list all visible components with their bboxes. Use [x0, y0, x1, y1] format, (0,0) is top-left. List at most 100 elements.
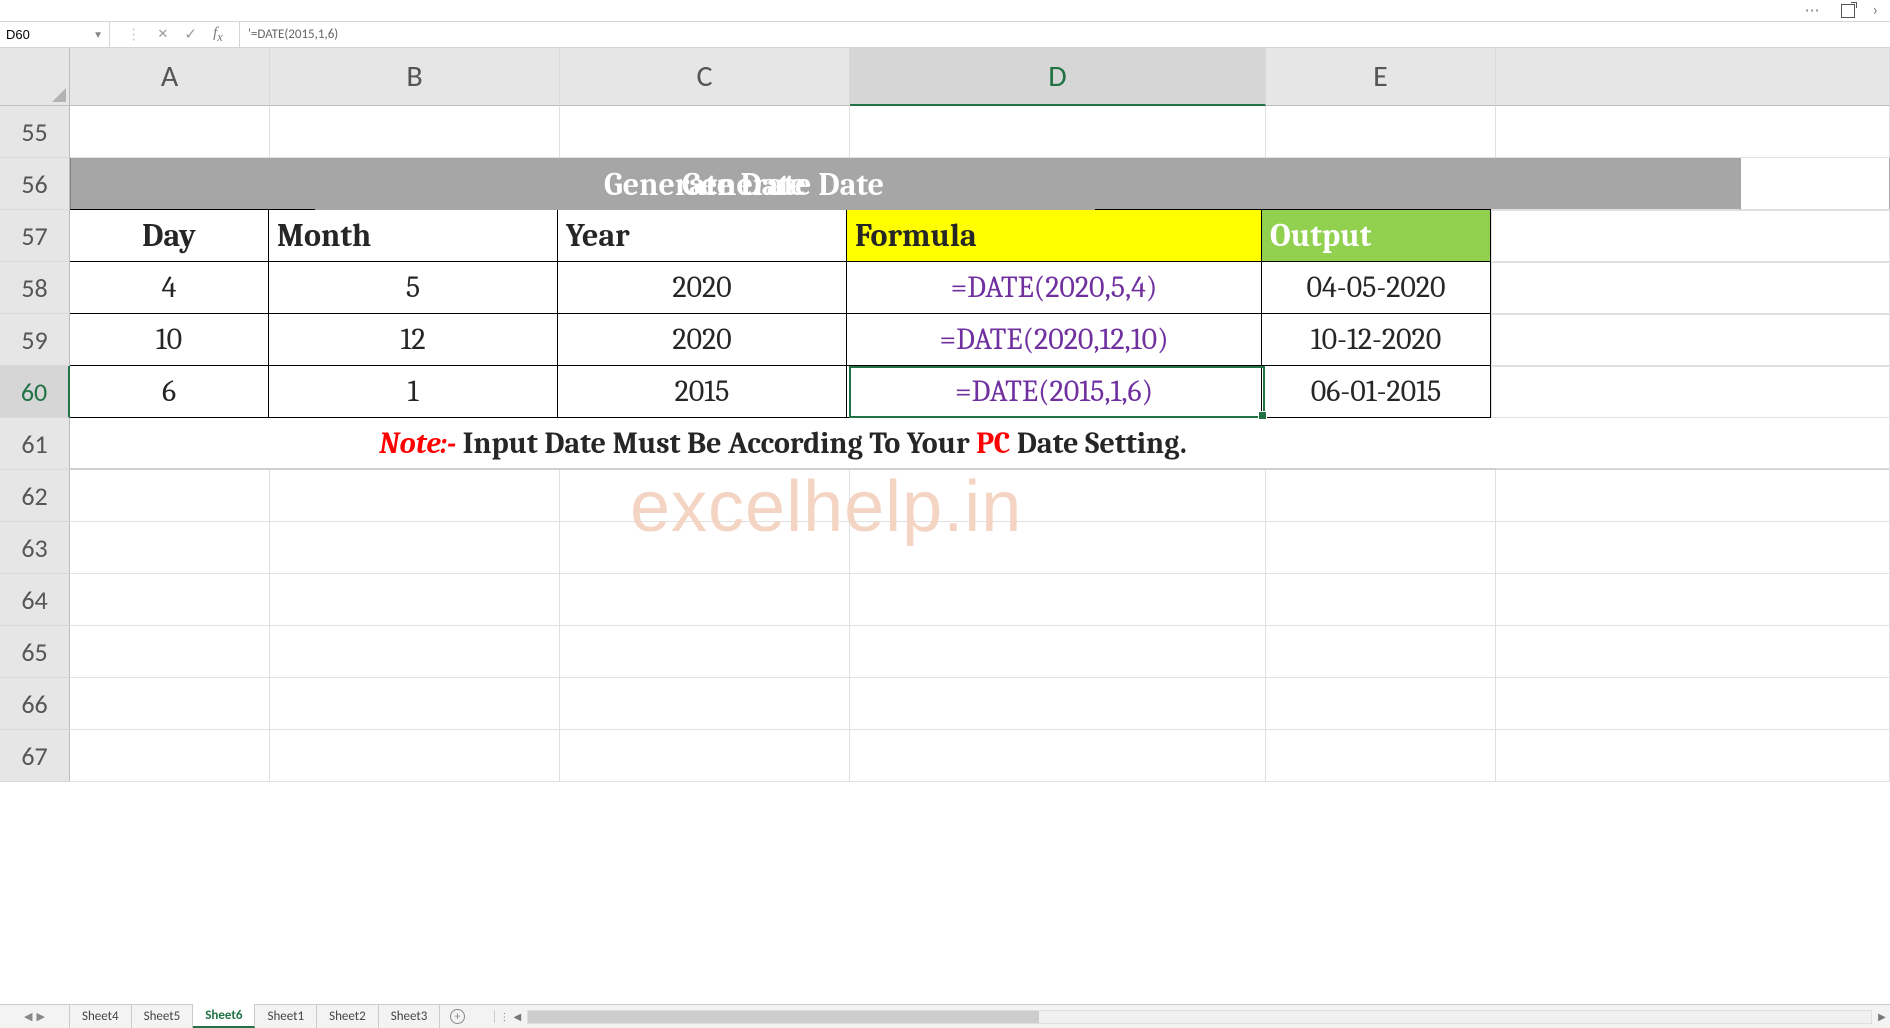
more-icon[interactable]: ⋯	[1805, 1, 1823, 20]
cell[interactable]	[560, 678, 850, 730]
sheet-tab[interactable]: Sheet3	[379, 1005, 441, 1028]
cell-output[interactable]: 04-05-2020	[1261, 261, 1491, 314]
cell[interactable]	[1496, 522, 1890, 574]
header-month[interactable]: Month	[268, 209, 558, 262]
sheet-tab[interactable]: Sheet6	[193, 1004, 255, 1028]
cell[interactable]	[270, 470, 560, 522]
sheet-tab[interactable]: Sheet1	[255, 1005, 317, 1028]
name-box[interactable]: ▼	[0, 22, 110, 47]
sheet-tab[interactable]: Sheet5	[132, 1005, 194, 1028]
cell-year[interactable]: 2020	[557, 261, 847, 314]
new-sheet-button[interactable]: +	[440, 1005, 474, 1028]
cell-day[interactable]: 10	[70, 313, 269, 366]
name-box-input[interactable]	[6, 27, 76, 42]
column-header[interactable]: E	[1266, 48, 1496, 106]
scroll-left-icon[interactable]: ◀	[509, 1010, 525, 1023]
cell-formula[interactable]: =DATE(2020,12,10)	[846, 313, 1262, 366]
enter-icon[interactable]: ✓	[184, 25, 197, 44]
row-header[interactable]: 60	[0, 366, 70, 418]
cell[interactable]	[70, 522, 270, 574]
sheet-tab[interactable]: Sheet2	[317, 1005, 379, 1028]
cell[interactable]	[850, 522, 1266, 574]
cell[interactable]	[850, 730, 1266, 782]
cell[interactable]	[270, 626, 560, 678]
column-header[interactable]	[1496, 48, 1890, 106]
cell[interactable]	[70, 106, 270, 158]
cell[interactable]	[560, 626, 850, 678]
cell[interactable]	[1496, 106, 1890, 158]
cell[interactable]	[70, 678, 270, 730]
cell[interactable]	[1491, 314, 1890, 366]
cell[interactable]	[270, 106, 560, 158]
cell[interactable]	[560, 106, 850, 158]
cell[interactable]	[1496, 626, 1890, 678]
cell-year[interactable]: 2015	[557, 365, 847, 418]
cell-output[interactable]: 06-01-2015	[1261, 365, 1491, 418]
column-header[interactable]: D	[850, 48, 1266, 106]
cell[interactable]	[1266, 106, 1496, 158]
cell-day[interactable]: 6	[70, 365, 269, 418]
cell[interactable]	[560, 730, 850, 782]
cell-month[interactable]: 1	[268, 365, 558, 418]
row-header[interactable]: 61	[0, 418, 70, 470]
cell[interactable]	[1266, 678, 1496, 730]
table-title[interactable]: Generate Date	[315, 158, 1095, 210]
cell[interactable]	[1496, 730, 1890, 782]
header-day[interactable]: Day	[70, 209, 269, 262]
cell[interactable]	[1266, 574, 1496, 626]
cell[interactable]	[560, 470, 850, 522]
cell[interactable]	[560, 522, 850, 574]
horizontal-scrollbar[interactable]: ⋮ ◀ ▶	[494, 1005, 1890, 1028]
note-text[interactable]: Note:- Input Date Must Be According To Y…	[78, 426, 1488, 461]
cell[interactable]	[1491, 262, 1890, 314]
cell[interactable]	[70, 158, 270, 210]
cell[interactable]	[70, 470, 270, 522]
cell-month[interactable]: 5	[268, 261, 558, 314]
cell[interactable]	[1491, 366, 1890, 418]
cell[interactable]	[1511, 158, 1741, 210]
cells-area[interactable]: Generate Date Generate Date Day Month Ye…	[70, 106, 1890, 782]
sheet-prev-icon[interactable]: ◀	[24, 1010, 32, 1023]
row-header[interactable]: 57	[0, 210, 70, 262]
cell[interactable]	[270, 574, 560, 626]
cell[interactable]	[850, 626, 1266, 678]
cell[interactable]	[70, 574, 270, 626]
cell-output[interactable]: 10-12-2020	[1261, 313, 1491, 366]
row-header[interactable]: 66	[0, 678, 70, 730]
cell[interactable]	[1496, 470, 1890, 522]
sheet-tab[interactable]: Sheet4	[70, 1005, 132, 1028]
cell[interactable]	[1266, 522, 1496, 574]
scrollbar-track[interactable]	[527, 1010, 1872, 1024]
cell[interactable]	[1496, 418, 1890, 469]
row-header[interactable]: 59	[0, 314, 70, 366]
column-header[interactable]: A	[70, 48, 270, 106]
row-header[interactable]: 55	[0, 106, 70, 158]
row-header[interactable]: 62	[0, 470, 70, 522]
cell[interactable]	[70, 730, 270, 782]
row-header[interactable]: 67	[0, 730, 70, 782]
ribbon-display-icon[interactable]	[1841, 4, 1855, 18]
cell[interactable]	[270, 730, 560, 782]
header-year[interactable]: Year	[557, 209, 847, 262]
cell[interactable]	[850, 106, 1266, 158]
cell[interactable]	[70, 626, 270, 678]
row-header[interactable]: 56	[0, 158, 70, 210]
cell[interactable]	[850, 574, 1266, 626]
cell-month[interactable]: 12	[268, 313, 558, 366]
scroll-right-icon[interactable]: ▶	[1874, 1010, 1890, 1023]
cell[interactable]	[850, 678, 1266, 730]
column-header[interactable]: C	[560, 48, 850, 106]
select-all-corner[interactable]	[0, 48, 70, 106]
row-header[interactable]: 58	[0, 262, 70, 314]
column-header[interactable]: B	[270, 48, 560, 106]
header-formula[interactable]: Formula	[846, 209, 1262, 262]
sheet-nav[interactable]: ◀ ▶	[0, 1005, 70, 1028]
cell[interactable]	[1266, 626, 1496, 678]
fx-icon[interactable]: fx	[213, 25, 223, 45]
formula-bar[interactable]: '=DATE(2015,1,6)	[240, 22, 1890, 47]
cell[interactable]	[560, 574, 850, 626]
sheet-next-icon[interactable]: ▶	[37, 1010, 45, 1023]
chevron-right-icon[interactable]: ›	[1873, 1, 1880, 20]
cell[interactable]	[1491, 210, 1890, 262]
scrollbar-thumb[interactable]	[528, 1011, 1038, 1023]
